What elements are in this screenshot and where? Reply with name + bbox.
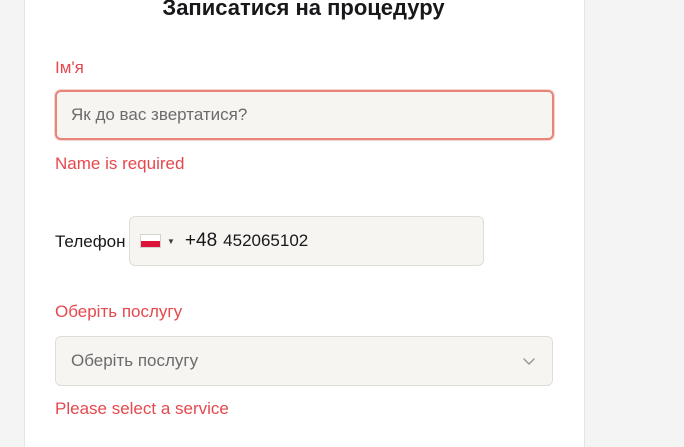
- booking-page: Записатися на процедуру Ім'я Name is req…: [0, 0, 684, 447]
- caret-down-icon: ▼: [167, 236, 175, 246]
- form-title: Записатися на процедуру: [162, 0, 445, 20]
- name-error-message: Name is required: [55, 154, 185, 173]
- name-input[interactable]: [55, 90, 554, 140]
- chevron-down-icon: [522, 354, 536, 368]
- poland-flag-icon: [140, 234, 161, 248]
- name-label: Ім'я: [55, 58, 84, 77]
- service-error-message: Please select a service: [55, 399, 229, 418]
- service-label: Оберіть послугу: [55, 302, 183, 321]
- phone-input[interactable]: 452065102: [223, 231, 308, 251]
- service-select-placeholder: Оберіть послугу: [71, 351, 199, 370]
- dial-code: +48: [184, 230, 218, 251]
- phone-label: Телефон: [55, 232, 126, 251]
- service-select[interactable]: Оберіть послугу: [55, 336, 553, 386]
- country-code-select[interactable]: ▼: [130, 217, 175, 265]
- phone-field: ▼ +48 452065102: [129, 216, 484, 266]
